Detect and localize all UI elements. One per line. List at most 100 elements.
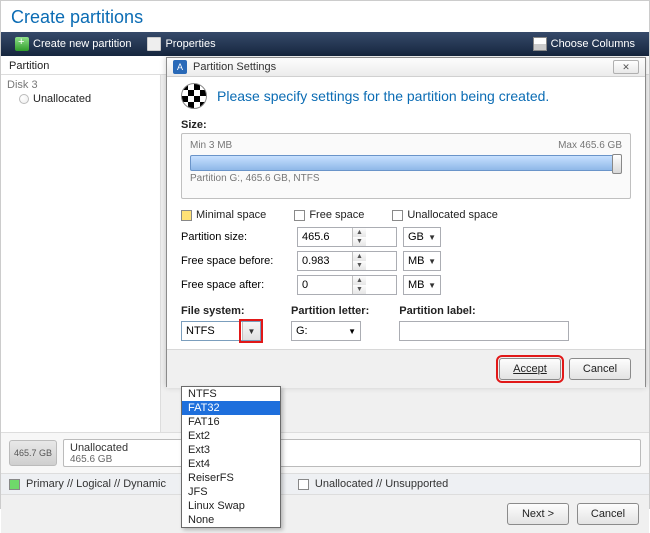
fs-option[interactable]: Ext2 — [182, 429, 280, 443]
chevron-down-icon: ▼ — [348, 327, 356, 336]
space-before-unit[interactable]: MB▼ — [403, 251, 441, 271]
page-title: Create partitions — [1, 1, 649, 32]
part-name: Unallocated — [70, 442, 634, 454]
disk-icon[interactable]: 465.7 GB — [9, 440, 57, 466]
free-chip-icon — [294, 210, 305, 221]
create-partition-label: Create new partition — [33, 38, 131, 50]
space-after-label: Free space after: — [181, 279, 291, 291]
unit-value: GB — [408, 231, 424, 243]
space-after-input[interactable]: ▲▼ — [297, 275, 397, 295]
partition-letter-select[interactable]: G: ▼ — [291, 321, 361, 341]
legend-bar: Primary // Logical // Dynamic re Zone Un… — [1, 474, 649, 495]
legend-unsupported: Unallocated // Unsupported — [315, 478, 448, 490]
unalloc-chip-icon — [392, 210, 403, 221]
fs-option[interactable]: FAT16 — [182, 415, 280, 429]
properties-icon — [147, 37, 161, 51]
size-max: Max 465.6 GB — [558, 140, 622, 151]
free-space-toggle[interactable]: Free space — [294, 209, 364, 221]
next-label: Next > — [522, 508, 554, 520]
legend-primary: Primary // Logical // Dynamic — [26, 478, 166, 490]
down-arrow-icon[interactable]: ▼ — [352, 237, 366, 246]
letter-label: Partition letter: — [291, 305, 369, 317]
down-arrow-icon[interactable]: ▼ — [352, 261, 366, 270]
up-arrow-icon[interactable]: ▲ — [352, 276, 366, 285]
space-before-input[interactable]: ▲▼ — [297, 251, 397, 271]
unit-value: MB — [408, 255, 425, 267]
space-before-field[interactable] — [298, 255, 352, 267]
fs-option[interactable]: ReiserFS — [182, 471, 280, 485]
tree-item-label: Unallocated — [33, 93, 91, 105]
fs-option[interactable]: Ext4 — [182, 457, 280, 471]
fs-option[interactable]: FAT32 — [182, 401, 280, 415]
accept-label: Accept — [513, 363, 547, 375]
unit-value: MB — [408, 279, 425, 291]
partition-label-input[interactable] — [399, 321, 569, 341]
fs-option[interactable]: JFS — [182, 485, 280, 499]
unsupported-chip-icon — [298, 479, 309, 490]
close-icon[interactable]: ✕ — [613, 60, 639, 74]
tree-disk[interactable]: Disk 3 — [7, 79, 154, 91]
fs-dropdown-list[interactable]: NTFSFAT32FAT16Ext2Ext3Ext4ReiserFSJFSLin… — [181, 386, 281, 528]
fs-dropdown-button[interactable]: ▼ — [242, 322, 260, 340]
size-label: Size: — [181, 119, 207, 131]
fs-option[interactable]: Ext3 — [182, 443, 280, 457]
primary-chip-icon — [9, 479, 20, 490]
properties-button[interactable]: Properties — [139, 35, 223, 53]
wizard-cancel-label: Cancel — [591, 508, 625, 520]
cancel-label: Cancel — [583, 363, 617, 375]
toolbar: Create new partition Properties Choose C… — [1, 32, 649, 56]
next-button[interactable]: Next > — [507, 503, 569, 525]
fs-option[interactable]: NTFS — [182, 387, 280, 401]
fs-option[interactable]: None — [182, 513, 280, 527]
up-arrow-icon[interactable]: ▲ — [352, 228, 366, 237]
wizard-cancel-button[interactable]: Cancel — [577, 503, 639, 525]
size-min: Min 3 MB — [190, 140, 232, 151]
partition-block[interactable]: Unallocated 465.6 GB — [63, 439, 641, 467]
minimal-chip-icon — [181, 210, 192, 221]
choose-columns-label: Choose Columns — [551, 38, 635, 50]
minimal-space-label: Minimal space — [196, 209, 266, 221]
chevron-down-icon: ▼ — [248, 327, 256, 336]
space-after-unit[interactable]: MB▼ — [403, 275, 441, 295]
disk-size-label: 465.7 GB — [14, 448, 52, 458]
wizard-footer: Next > Cancel — [1, 495, 649, 533]
partition-size-unit[interactable]: GB▼ — [403, 227, 441, 247]
flag-icon — [181, 83, 207, 109]
tree-item-unallocated[interactable]: Unallocated — [7, 91, 154, 107]
fs-option[interactable]: Linux Swap — [182, 499, 280, 513]
space-before-label: Free space before: — [181, 255, 291, 267]
create-partition-button[interactable]: Create new partition — [7, 35, 139, 53]
dialog-heading: Please specify settings for the partitio… — [217, 88, 549, 104]
columns-icon — [533, 37, 547, 51]
minimal-space-toggle[interactable]: Minimal space — [181, 209, 266, 221]
unallocated-icon — [19, 94, 29, 104]
dialog-cancel-button[interactable]: Cancel — [569, 358, 631, 380]
disk-map: 465.7 GB Unallocated 465.6 GB — [1, 432, 649, 474]
choose-columns-button[interactable]: Choose Columns — [525, 35, 643, 53]
partition-size-label: Partition size: — [181, 231, 291, 243]
size-slider-box: Min 3 MB Max 465.6 GB Partition G:, 465.… — [181, 133, 631, 199]
down-arrow-icon[interactable]: ▼ — [352, 285, 366, 294]
properties-label: Properties — [165, 38, 215, 50]
unallocated-space-toggle[interactable]: Unallocated space — [392, 209, 498, 221]
partition-settings-dialog: A Partition Settings ✕ Please specify se… — [166, 57, 646, 387]
free-space-label: Free space — [309, 209, 364, 221]
space-after-field[interactable] — [298, 279, 352, 291]
dialog-titlebar[interactable]: A Partition Settings ✕ — [167, 58, 645, 77]
size-slider[interactable] — [190, 155, 622, 171]
slider-handle[interactable] — [612, 154, 622, 174]
up-arrow-icon[interactable]: ▲ — [352, 252, 366, 261]
file-system-select[interactable]: NTFS ▼ — [181, 321, 261, 341]
fs-label: File system: — [181, 305, 261, 317]
partition-size-field[interactable] — [298, 231, 352, 243]
dialog-title-text: Partition Settings — [193, 61, 276, 73]
fs-value: NTFS — [182, 325, 242, 337]
unallocated-space-label: Unallocated space — [407, 209, 498, 221]
accept-button[interactable]: Accept — [499, 358, 561, 380]
partition-label-label: Partition label: — [399, 305, 569, 317]
letter-value: G: — [296, 325, 308, 337]
partition-tree: Disk 3 Unallocated — [1, 75, 161, 432]
part-size: 465.6 GB — [70, 454, 634, 465]
chevron-down-icon: ▼ — [428, 257, 436, 266]
partition-size-input[interactable]: ▲▼ — [297, 227, 397, 247]
